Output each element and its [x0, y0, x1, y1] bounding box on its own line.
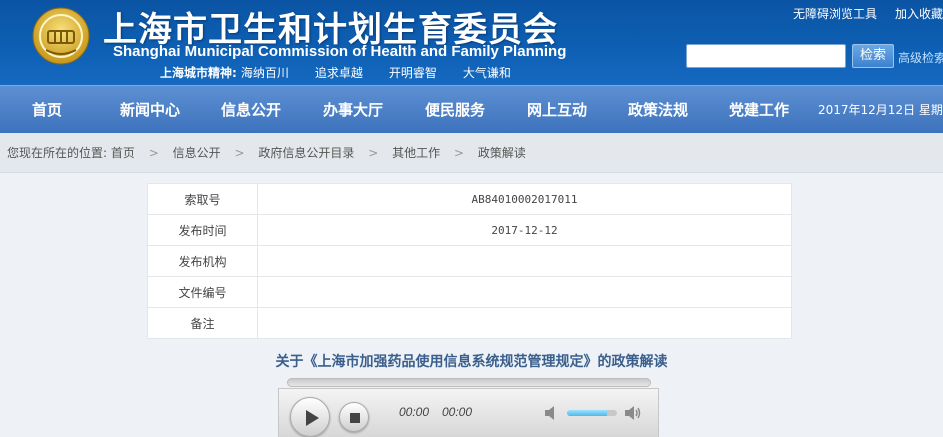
- city-spirit-label: 上海城市精神:: [160, 66, 237, 80]
- info-value: [257, 307, 792, 339]
- breadcrumb-link-home[interactable]: 首页: [111, 146, 135, 160]
- info-key: 发布时间: [147, 214, 258, 246]
- top-links: 无障碍浏览工具 加入收藏: [775, 5, 943, 22]
- info-key: 索取号: [147, 183, 258, 215]
- info-value: [257, 245, 792, 277]
- stop-button[interactable]: [339, 402, 369, 432]
- city-spirit-item: 大气谦和: [462, 66, 511, 80]
- table-row: 发布机构: [147, 245, 792, 277]
- city-spirit-item: 海纳百川: [240, 66, 289, 80]
- volume-max-icon[interactable]: [623, 404, 643, 422]
- play-button[interactable]: [290, 397, 330, 437]
- document-info-table: 索取号 AB84010002017011 发布时间 2017-12-12 发布机…: [147, 183, 792, 339]
- search-button[interactable]: 检索: [852, 44, 894, 68]
- info-value: 2017-12-12: [257, 214, 792, 246]
- table-row: 文件编号: [147, 276, 792, 308]
- city-spirit-item: 开明睿智: [388, 66, 437, 80]
- nav-item-policies[interactable]: 政策法规: [628, 86, 688, 134]
- audio-progress-bar[interactable]: [287, 378, 651, 387]
- nav-item-home[interactable]: 首页: [32, 86, 62, 134]
- nav-item-online-interaction[interactable]: 网上互动: [527, 86, 587, 134]
- audio-player: 00:00 00:00: [278, 388, 659, 437]
- volume-mute-icon[interactable]: [543, 404, 561, 422]
- info-key: 发布机构: [147, 245, 258, 277]
- info-value: [257, 276, 792, 308]
- current-time: 00:00: [399, 405, 430, 419]
- current-date: 2017年12月12日 星期二: [818, 103, 943, 117]
- table-row: 发布时间 2017-12-12: [147, 214, 792, 246]
- breadcrumb-separator: >: [148, 146, 159, 160]
- breadcrumb-link-catalog[interactable]: 政府信息公开目录: [258, 146, 354, 160]
- breadcrumb-link-info[interactable]: 信息公开: [173, 146, 221, 160]
- accessibility-tool-link[interactable]: 无障碍浏览工具: [793, 7, 877, 21]
- breadcrumb-separator: >: [368, 146, 379, 160]
- table-row: 备注: [147, 307, 792, 339]
- breadcrumb: 您现在所在的位置: 首页 > 信息公开 > 政府信息公开目录 > 其他工作 > …: [7, 133, 526, 173]
- advanced-search-link[interactable]: 高级检索: [898, 49, 943, 66]
- nav-item-service-hall[interactable]: 办事大厅: [323, 86, 383, 134]
- info-value: AB84010002017011: [257, 183, 792, 215]
- breadcrumb-link-other-work[interactable]: 其他工作: [392, 146, 440, 160]
- duration: 00:00: [442, 405, 473, 419]
- main-nav: 首页 新闻中心 信息公开 办事大厅 便民服务 网上互动 政策法规 党建工作 20…: [0, 85, 943, 133]
- nav-item-party-building[interactable]: 党建工作: [729, 86, 789, 134]
- search-input[interactable]: [686, 44, 846, 68]
- government-emblem-logo[interactable]: [30, 6, 92, 66]
- city-spirit: 上海城市精神: 海纳百川 追求卓越 开明睿智 大气谦和: [160, 64, 511, 81]
- info-key: 备注: [147, 307, 258, 339]
- article-title: 关于《上海市加强药品使用信息系统规范管理规定》的政策解读: [275, 354, 668, 370]
- breadcrumb-separator: >: [453, 146, 464, 160]
- breadcrumb-prefix: 您现在所在的位置:: [7, 146, 108, 160]
- volume-level: [567, 410, 607, 416]
- nav-item-news[interactable]: 新闻中心: [120, 86, 180, 134]
- breadcrumb-separator: >: [234, 146, 245, 160]
- volume-slider[interactable]: [567, 410, 617, 416]
- add-favorite-link[interactable]: 加入收藏: [895, 7, 943, 21]
- nav-item-public-services[interactable]: 便民服务: [425, 86, 485, 134]
- site-title-english: Shanghai Municipal Commission of Health …: [113, 43, 567, 60]
- stop-icon: [350, 413, 360, 423]
- table-row: 索取号 AB84010002017011: [147, 183, 792, 215]
- site-header: 上海市卫生和计划生育委员会 Shanghai Municipal Commiss…: [0, 0, 943, 85]
- play-icon: [306, 410, 319, 426]
- nav-item-info-disclosure[interactable]: 信息公开: [221, 86, 281, 134]
- breadcrumb-current[interactable]: 政策解读: [478, 146, 526, 160]
- breadcrumb-bar: 您现在所在的位置: 首页 > 信息公开 > 政府信息公开目录 > 其他工作 > …: [0, 133, 943, 173]
- city-spirit-item: 追求卓越: [314, 66, 363, 80]
- info-key: 文件编号: [147, 276, 258, 308]
